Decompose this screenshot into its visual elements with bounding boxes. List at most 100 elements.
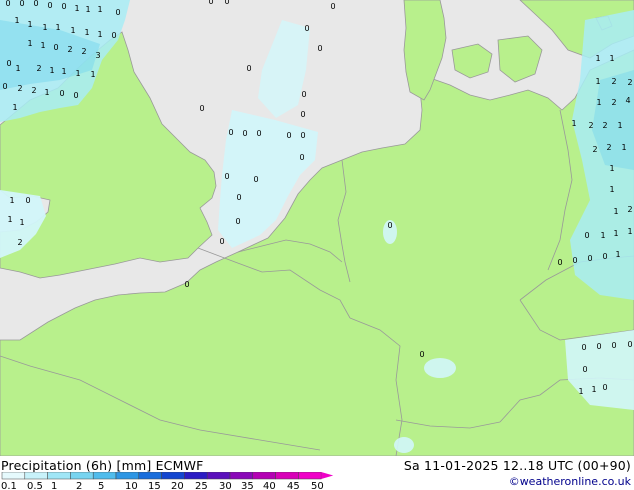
legend-color-box [24,472,48,480]
precip-value-label: 4 [625,96,630,105]
precip-value-label: 0 [2,82,7,91]
precip-value-label: 1 [27,20,32,29]
precip-value-label: 1 [84,28,89,37]
precip-value-label: 0 [6,59,11,68]
precip-value-label: 0 [235,217,240,226]
precip-value-label: 1 [600,231,605,240]
precip-value-label: 0 [581,343,586,352]
legend-color-box [1,472,26,480]
precip-value-label: 1 [90,70,95,79]
precip-value-label: 0 [25,196,30,205]
precip-value-label: 0 [53,43,58,52]
legend-color-box [70,472,94,480]
precip-value-label: 2 [36,64,41,73]
precip-value-label: 1 [97,30,102,39]
precip-value-label: 0 [300,110,305,119]
precip-value-label: 0 [224,172,229,181]
precip-value-label: 1 [70,26,75,35]
legend-tick-label: 0.5 [27,481,43,490]
precip-value-label: 0 [224,0,229,6]
legend-color-box [92,472,117,480]
precip-value-label: 0 [115,8,120,17]
precip-value-label: 1 [14,16,19,25]
precip-value-label: 0 [584,231,589,240]
precip-value-label: 1 [595,77,600,86]
credit-link[interactable]: ©weatheronline.co.uk [509,475,631,488]
precip-value-label: 1 [15,64,20,73]
legend-color-box [47,472,71,480]
precip-value-label: 1 [42,23,47,32]
legend-color-box [206,472,231,480]
precip-value-label: 1 [613,207,618,216]
precip-value-label: 0 [208,0,213,6]
precip-area-south [424,358,456,378]
precip-value-label: 2 [611,98,616,107]
precip-value-label: 0 [59,89,64,98]
legend-color-box [252,472,276,480]
precip-value-label: 0 [587,254,592,263]
precip-value-label: 0 [299,153,304,162]
precip-value-label: 0 [47,1,52,10]
precip-value-label: 0 [627,340,632,349]
legend-color-box [161,472,185,480]
precip-area-south-2 [394,437,414,453]
precip-value-label: 1 [7,215,12,224]
precip-value-label: 1 [61,67,66,76]
legend-color-box [298,472,322,480]
precip-value-label: 0 [199,104,204,113]
precip-value-label: 2 [611,77,616,86]
precip-value-label: 0 [387,221,392,230]
precip-value-label: 1 [609,164,614,173]
legend-tick-label: 1 [51,481,57,490]
precip-value-label: 2 [81,47,86,56]
legend-tick-label: 30 [219,481,232,490]
precip-value-label: 0 [300,131,305,140]
precip-value-label: 0 [596,342,601,351]
color-legend: 0.1 0.5 1 2 5 10 15 20 25 30 35 40 45 50 [1,472,334,490]
precip-value-label: 0 [304,24,309,33]
legend-tick-label: 0.1 [1,481,17,490]
precip-value-label: 0 [219,237,224,246]
precip-value-label: 0 [572,256,577,265]
precip-value-label: 2 [606,143,611,152]
precip-value-label: 1 [627,227,632,236]
map-title: Precipitation (6h) [mm] ECMWF [1,458,204,473]
legend-color-box [275,472,299,480]
precip-value-label: 0 [253,175,258,184]
precip-value-label: 2 [627,78,632,87]
precip-value-label: 1 [617,121,622,130]
map-area[interactable]: 0000011100000011111110110223012111102210… [0,0,634,456]
precip-value-label: 0 [246,64,251,73]
precip-value-label: 0 [301,90,306,99]
precip-value-label: 2 [602,121,607,130]
precip-value-label: 1 [9,196,14,205]
precip-value-label: 0 [33,0,38,8]
precip-value-label: 0 [602,252,607,261]
precip-value-label: 0 [242,129,247,138]
precip-value-label: 1 [19,218,24,227]
precip-value-label: 1 [55,23,60,32]
precip-value-label: 3 [95,51,100,60]
legend-tick-label: 20 [171,481,184,490]
legend-tick-label: 25 [195,481,208,490]
precip-value-label: 1 [621,143,626,152]
precip-value-label: 2 [592,145,597,154]
legend-arrow [321,472,334,479]
precip-value-label: 1 [75,69,80,78]
precip-value-label: 0 [61,2,66,11]
precip-value-label: 1 [613,229,618,238]
map-canvas: 0 0 0 0 0 1 1 1 00 00001 1 1 1 1 1 1 01 1 0 2 2 301 2 1 1 1 10 2 2 1 0… [0,0,634,456]
precip-value-label: 1 [74,4,79,13]
legend-color-box [229,472,254,480]
precip-value-label: 2 [588,121,593,130]
legend-color-box [184,472,208,480]
precip-value-label: 0 [228,128,233,137]
precip-value-label: 1 [49,66,54,75]
precip-value-label: 1 [595,54,600,63]
precip-value-label: 0 [317,44,322,53]
precip-value-label: 0 [19,0,24,8]
precip-value-label: 0 [236,193,241,202]
precip-value-label: 0 [286,131,291,140]
legend-tick-label: 5 [98,481,104,490]
precip-value-label: 1 [12,103,17,112]
